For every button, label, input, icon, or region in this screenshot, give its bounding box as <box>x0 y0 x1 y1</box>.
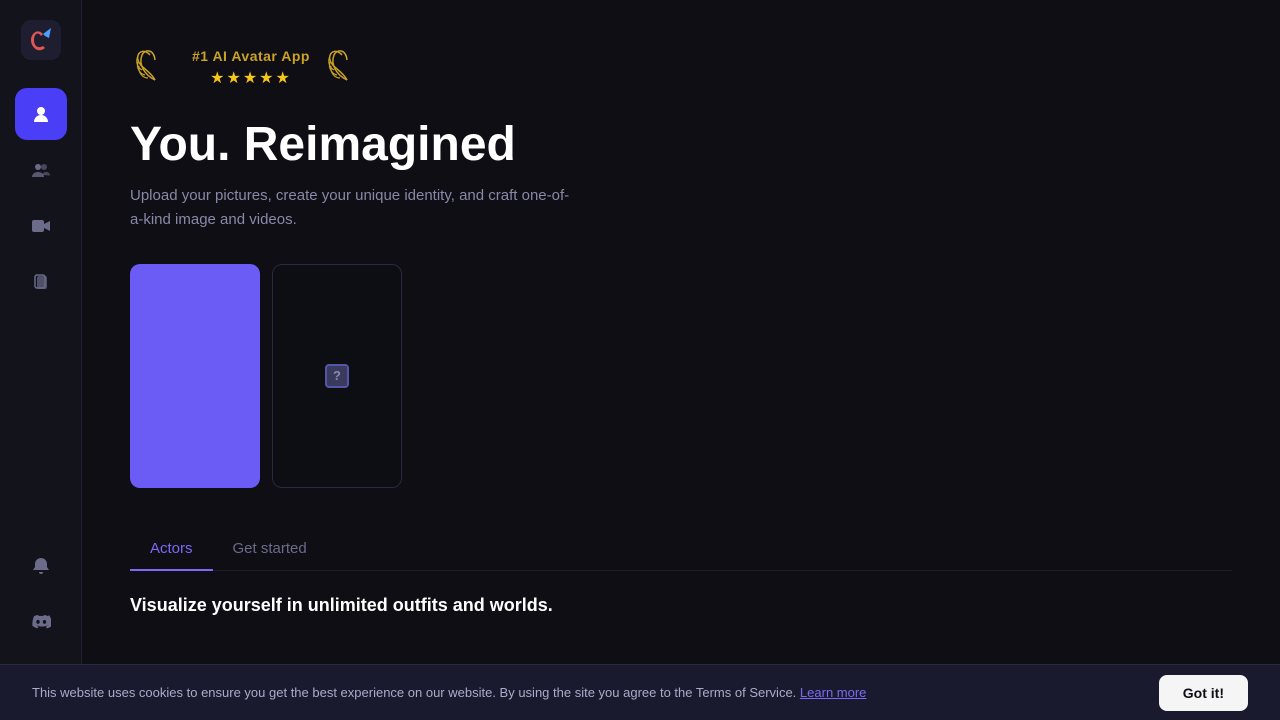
cookie-banner: This website uses cookies to ensure you … <box>0 664 1280 720</box>
award-stars: ★★★★★ <box>210 68 292 88</box>
preview-card-avatar <box>130 264 260 488</box>
tab-actors[interactable]: Actors <box>130 528 213 571</box>
sidebar-nav <box>15 88 67 540</box>
sidebar-item-copy[interactable] <box>15 256 67 308</box>
hero-title: You. Reimagined <box>130 119 1232 172</box>
question-mark-icon: ? <box>325 364 349 388</box>
cookie-accept-button[interactable]: Got it! <box>1159 675 1248 711</box>
sidebar-item-discord[interactable] <box>15 596 67 648</box>
sidebar-item-notifications[interactable] <box>15 540 67 592</box>
hero-subtitle: Upload your pictures, create your unique… <box>130 184 570 232</box>
sidebar-item-profile[interactable] <box>15 88 67 140</box>
tabs-container: Actors Get started <box>130 528 1232 571</box>
main-content: #1 AI Avatar App ★★★★★ You. Reimagined U… <box>82 0 1280 720</box>
preview-card-placeholder[interactable]: ? <box>272 264 402 488</box>
laurel-right-icon <box>322 40 372 95</box>
cookie-learn-more-link[interactable]: Learn more <box>800 685 866 700</box>
tab-get-started[interactable]: Get started <box>213 528 327 571</box>
section-title: Visualize yourself in unlimited outfits … <box>130 595 1232 616</box>
laurel-left-icon <box>130 40 180 95</box>
award-title: #1 AI Avatar App <box>192 48 310 64</box>
app-logo[interactable] <box>17 16 65 64</box>
award-content: #1 AI Avatar App ★★★★★ <box>192 48 310 88</box>
sidebar-item-avatars[interactable] <box>15 144 67 196</box>
sidebar-item-video[interactable] <box>15 200 67 252</box>
award-banner: #1 AI Avatar App ★★★★★ <box>130 40 1232 95</box>
cookie-text: This website uses cookies to ensure you … <box>32 685 866 700</box>
preview-cards: ? <box>130 264 1232 488</box>
sidebar: $ <box>0 0 82 720</box>
